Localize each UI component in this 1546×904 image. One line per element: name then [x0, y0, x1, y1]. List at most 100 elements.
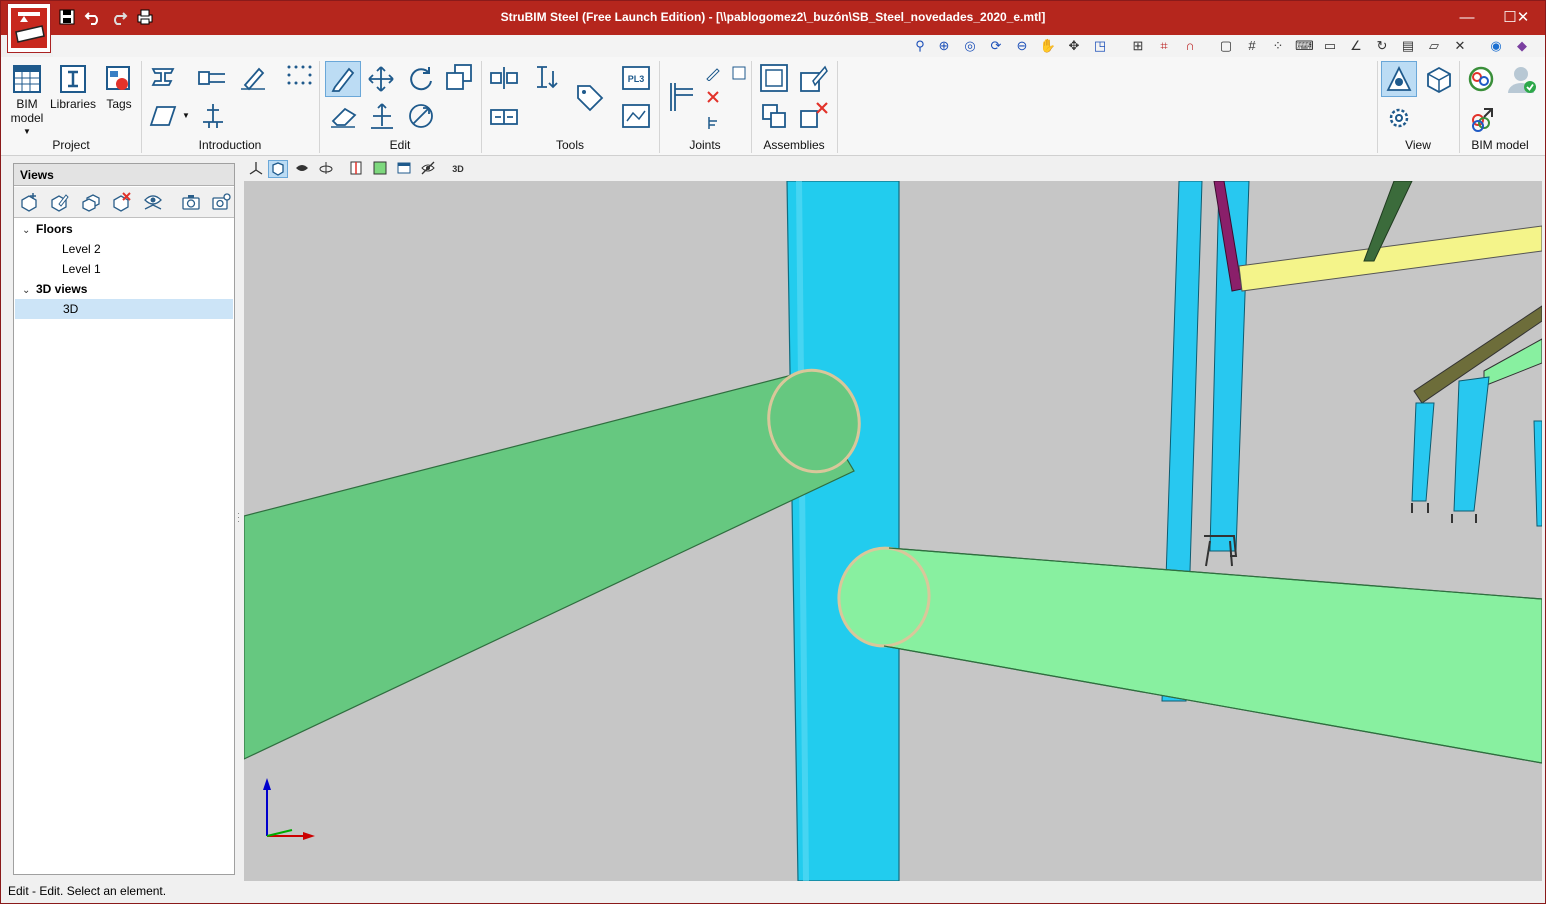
- rotate-icon[interactable]: ↻: [1373, 37, 1391, 55]
- profile-end-icon[interactable]: [529, 61, 561, 93]
- joint-info-icon[interactable]: [703, 113, 723, 133]
- joint-edit-icon[interactable]: [703, 63, 723, 83]
- keyboard-icon[interactable]: ⌨: [1295, 37, 1314, 55]
- magnet-icon[interactable]: ∩: [1181, 37, 1199, 55]
- ruler-icon[interactable]: ▭: [1321, 37, 1339, 55]
- bim-sync-icon[interactable]: [1463, 61, 1499, 97]
- previous-view-icon[interactable]: ◳: [1091, 37, 1109, 55]
- hidden-lines-icon[interactable]: [292, 160, 312, 178]
- move-icon[interactable]: [365, 63, 397, 95]
- joint-delete-icon[interactable]: [703, 87, 723, 107]
- axes-icon[interactable]: [246, 160, 266, 178]
- rotate-object-icon[interactable]: [405, 63, 437, 95]
- snap-grid-icon[interactable]: ⌗: [1155, 37, 1173, 55]
- draw-member-icon[interactable]: [237, 61, 269, 93]
- assembly-create-icon[interactable]: [757, 61, 791, 95]
- bim-export-icon[interactable]: [1463, 101, 1499, 135]
- expand-chevron-icon[interactable]: ⌄: [22, 281, 36, 301]
- orbit-icon[interactable]: ✥: [1065, 37, 1083, 55]
- align-icon[interactable]: [487, 63, 521, 93]
- copy-icon[interactable]: [443, 61, 475, 93]
- yellow-beam[interactable]: [1238, 225, 1542, 292]
- undo-icon[interactable]: [83, 9, 103, 27]
- tools-icon[interactable]: ✕: [1451, 37, 1469, 55]
- libraries-icon[interactable]: [55, 61, 91, 97]
- delete-view-icon[interactable]: [110, 192, 132, 212]
- globe-icon[interactable]: ◉: [1487, 37, 1505, 55]
- section-icon[interactable]: [346, 160, 366, 178]
- select-frame-icon[interactable]: ▢: [1217, 37, 1235, 55]
- plate-dropdown-chevron-icon[interactable]: ▼: [181, 109, 191, 123]
- tags-button[interactable]: Tags: [97, 97, 141, 111]
- save-icon[interactable]: [57, 9, 77, 27]
- layers-icon[interactable]: ▤: [1399, 37, 1417, 55]
- pan-hand-icon[interactable]: ✋: [1039, 37, 1057, 55]
- assembly-edit-icon[interactable]: [797, 61, 831, 95]
- tags-icon[interactable]: [101, 61, 137, 97]
- joint-icon[interactable]: [663, 77, 699, 117]
- user-avatar-icon[interactable]: [1503, 61, 1539, 97]
- erase-icon[interactable]: [327, 101, 359, 131]
- move-vertical-icon[interactable]: [367, 101, 397, 131]
- chevron-down-icon[interactable]: ▼: [21, 125, 33, 139]
- steel-profile-icon[interactable]: [147, 61, 179, 93]
- beam-icon[interactable]: [195, 63, 229, 93]
- view-3d-button[interactable]: 3D: [448, 160, 468, 178]
- render-icon[interactable]: [370, 160, 390, 178]
- points-icon[interactable]: ⁘: [1269, 37, 1287, 55]
- copy-view-icon[interactable]: [80, 192, 102, 212]
- assembly-add-icon[interactable]: [757, 99, 791, 133]
- split-icon[interactable]: [487, 103, 521, 131]
- add-view-icon[interactable]: [18, 192, 40, 212]
- expand-chevron-icon[interactable]: ⌄: [22, 221, 36, 241]
- grid-icon[interactable]: #: [1243, 37, 1261, 55]
- hide-eye-icon[interactable]: [418, 160, 438, 178]
- tree-item-3d-selected[interactable]: 3D: [15, 299, 233, 319]
- orbit-view-icon[interactable]: [316, 160, 336, 178]
- app-logo[interactable]: [7, 3, 51, 53]
- tree-item-level-1[interactable]: Level 1: [62, 259, 101, 279]
- frame-leg-1[interactable]: [1411, 402, 1435, 502]
- snap-icon[interactable]: ⊞: [1129, 37, 1147, 55]
- tree-node-3d-views[interactable]: ⌄ 3D views: [22, 279, 87, 299]
- edit-view-icon[interactable]: [48, 192, 70, 212]
- zoom-all-icon[interactable]: ◎: [961, 37, 979, 55]
- frame-leg-3[interactable]: [1533, 420, 1542, 527]
- tree-item-level-2[interactable]: Level 2: [62, 239, 101, 259]
- left-brace[interactable]: [244, 362, 869, 760]
- angle-icon[interactable]: ∠: [1347, 37, 1365, 55]
- sheet-icon[interactable]: [619, 101, 653, 131]
- zoom-window-icon[interactable]: ⚲: [911, 37, 929, 55]
- refresh-icon[interactable]: ⟳: [987, 37, 1005, 55]
- view-visibility-eye-icon[interactable]: [142, 192, 164, 212]
- view-visibility-icon[interactable]: [1381, 61, 1417, 97]
- assembly-delete-icon[interactable]: [797, 99, 831, 133]
- plate-icon[interactable]: [145, 101, 181, 131]
- base-plate-icon[interactable]: [197, 101, 229, 131]
- libraries-button[interactable]: Libraries: [47, 97, 99, 111]
- zoom-extents-icon[interactable]: ⊕: [935, 37, 953, 55]
- tag-label-icon[interactable]: [571, 79, 607, 115]
- panel-splitter-handle[interactable]: · · ·: [237, 509, 241, 526]
- edit-pencil-icon[interactable]: [325, 61, 361, 97]
- close-button[interactable]: ✕: [1501, 7, 1545, 29]
- window-view-icon[interactable]: [394, 160, 414, 178]
- model-settings-icon[interactable]: ◆: [1513, 37, 1531, 55]
- right-brace[interactable]: [833, 542, 1542, 764]
- minimize-button[interactable]: —: [1447, 7, 1487, 29]
- tree-node-floors[interactable]: ⌄ Floors: [22, 219, 73, 239]
- redo-icon[interactable]: [109, 9, 129, 27]
- view-settings-gear-icon[interactable]: [1381, 101, 1417, 135]
- frame-leg-2[interactable]: [1453, 376, 1490, 512]
- camera-settings-icon[interactable]: [210, 192, 232, 212]
- stretch-icon[interactable]: [405, 101, 437, 131]
- joint-window-icon[interactable]: [729, 63, 749, 83]
- comment-icon[interactable]: ▱: [1425, 37, 1443, 55]
- zoom-out-icon[interactable]: ⊖: [1013, 37, 1031, 55]
- 3d-scene[interactable]: [244, 181, 1542, 881]
- 3d-viewport[interactable]: [244, 181, 1542, 881]
- camera-icon[interactable]: [180, 192, 202, 212]
- bim-model-icon[interactable]: [9, 61, 45, 97]
- print-icon[interactable]: [135, 9, 155, 27]
- bim-model-button[interactable]: BIM model: [5, 97, 49, 125]
